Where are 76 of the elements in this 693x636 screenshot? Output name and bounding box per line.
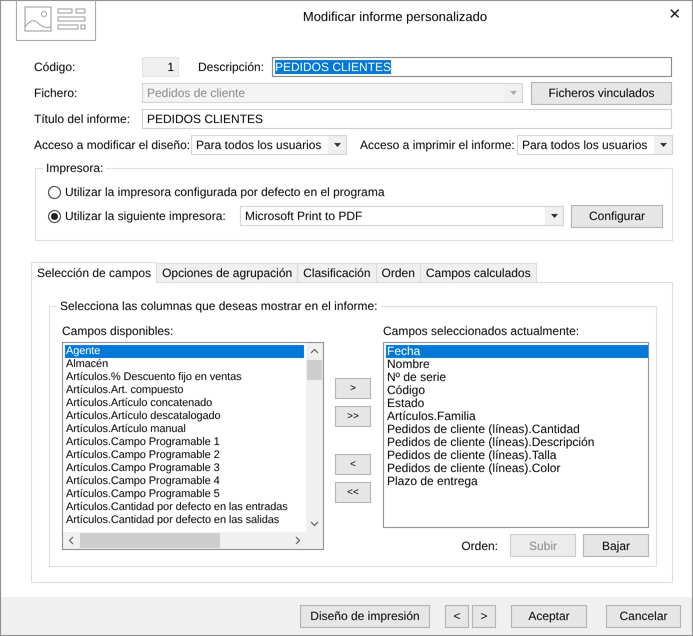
dropdown[interactable]: Microsoft Print to PDF <box>240 206 564 226</box>
radio-button[interactable] <box>48 210 61 222</box>
order-button[interactable]: Bajar <box>583 534 649 557</box>
title-field[interactable]: PEDIDOS CLIENTES <box>142 109 672 129</box>
list-box[interactable] <box>383 342 649 528</box>
list-label: Campos disponibles: <box>62 324 174 340</box>
list-item[interactable]: Plazo de entrega <box>386 475 648 488</box>
list-item[interactable]: Artículos.Cantidad por defecto en las salidas <box>65 514 304 527</box>
close-button[interactable]: ✕ <box>664 3 686 25</box>
caret-icon <box>510 91 516 95</box>
list-item[interactable]: Almacén <box>65 358 304 371</box>
move-button[interactable]: > <box>335 378 371 399</box>
tab[interactable]: Opciones de agrupación <box>156 263 298 282</box>
tab[interactable]: Campos calculados <box>420 263 537 282</box>
tab[interactable]: Orden <box>376 263 421 282</box>
tab[interactable]: Clasificación <box>297 263 377 282</box>
group-label: Impresora: <box>43 161 106 175</box>
order-label: Orden: <box>461 538 498 552</box>
list-item[interactable]: Artículos.Artículo manual <box>65 423 304 436</box>
dropdown[interactable]: Para todos los usuarios <box>191 135 347 155</box>
field-label: Fichero: <box>34 86 78 100</box>
radio-label[interactable]: Utilizar la siguiente impresora: <box>65 209 240 223</box>
list-item[interactable]: Artículos.Artículo descatalogado <box>65 410 304 423</box>
move-button[interactable]: < <box>335 454 371 475</box>
linked-files-button[interactable]: Ficheros vinculados <box>531 82 672 104</box>
list-item[interactable]: Código <box>386 384 648 397</box>
field-label: Acceso a imprimir el informe: <box>360 138 516 152</box>
radio-label[interactable]: Utilizar la impresora configurada por defecto en el programa <box>65 185 384 199</box>
radio-button[interactable] <box>48 186 61 198</box>
report-icon <box>16 0 96 41</box>
list-item[interactable]: Nº de serie <box>386 371 648 384</box>
list-item[interactable]: Artículos.Familia <box>386 410 648 423</box>
list-item[interactable]: Nombre <box>386 358 648 371</box>
cancel-button[interactable]: Cancelar <box>606 604 681 628</box>
list-item[interactable]: Estado <box>386 397 648 410</box>
caret-icon <box>660 143 666 147</box>
group-label: Selecciona las columnas que deseas mostrar en el informe: <box>57 299 380 313</box>
print-design-button[interactable]: Diseño de impresión <box>300 604 430 628</box>
code-field[interactable]: 1 <box>142 57 179 77</box>
list-item[interactable]: Artículos.Art. compuesto <box>65 384 304 397</box>
list-item[interactable]: Pedidos de cliente (líneas).Talla <box>386 449 648 462</box>
list-item[interactable]: Artículos.Campo Programable 5 <box>65 488 304 501</box>
scroll-thumb[interactable] <box>307 360 322 380</box>
field-label: Título del informe: <box>34 112 132 126</box>
window-title: Modificar informe personalizado <box>302 9 488 24</box>
vertical-scrollbar[interactable] <box>306 343 323 549</box>
list-item[interactable]: Artículos.Cantidad por defecto en las entradas <box>65 501 304 514</box>
caret-icon <box>334 143 340 147</box>
horizontal-scrollbar[interactable] <box>63 532 306 549</box>
field-label: Código: <box>34 60 76 74</box>
scroll-thumb[interactable] <box>80 533 220 548</box>
list-item[interactable]: Fecha <box>386 345 648 358</box>
list-item[interactable]: Pedidos de cliente (líneas).Color <box>386 462 648 475</box>
tab[interactable]: Selección de campos <box>31 262 158 283</box>
move-button[interactable]: << <box>335 482 371 503</box>
list-item[interactable]: Artículos.Campo Programable 2 <box>65 449 304 462</box>
configure-button[interactable]: Configurar <box>571 204 663 228</box>
list-item[interactable]: Pedidos de cliente (líneas).Descripción <box>386 436 648 449</box>
list-item[interactable]: Artículos.% Descuento fijo en ventas <box>65 371 304 384</box>
list-item[interactable]: Artículos.Campo Programable 1 <box>65 436 304 449</box>
list-label: Campos seleccionados actualmente: <box>383 324 580 340</box>
field-label: Descripción: <box>198 60 266 74</box>
accept-button[interactable]: Aceptar <box>511 604 587 628</box>
description-field[interactable]: PEDIDOS CLIENTES <box>272 57 672 77</box>
nav-button[interactable]: > <box>472 604 496 628</box>
list-item[interactable]: Pedidos de cliente (líneas).Cantidad <box>386 423 648 436</box>
field-label: Acceso a modificar el diseño: <box>34 138 191 152</box>
move-button[interactable]: >> <box>335 406 371 427</box>
nav-button[interactable]: < <box>445 604 469 628</box>
list-box[interactable] <box>62 342 324 550</box>
list-item[interactable]: Artículos.Artículo concatenado <box>65 397 304 410</box>
dropdown[interactable]: Para todos los usuarios <box>517 135 673 155</box>
caret-icon <box>550 214 558 218</box>
list-item[interactable]: Agente <box>65 345 304 358</box>
list-item[interactable]: Artículos.Campo Programable 4 <box>65 475 304 488</box>
list-item[interactable]: Artículos.Campo Programable 3 <box>65 462 304 475</box>
